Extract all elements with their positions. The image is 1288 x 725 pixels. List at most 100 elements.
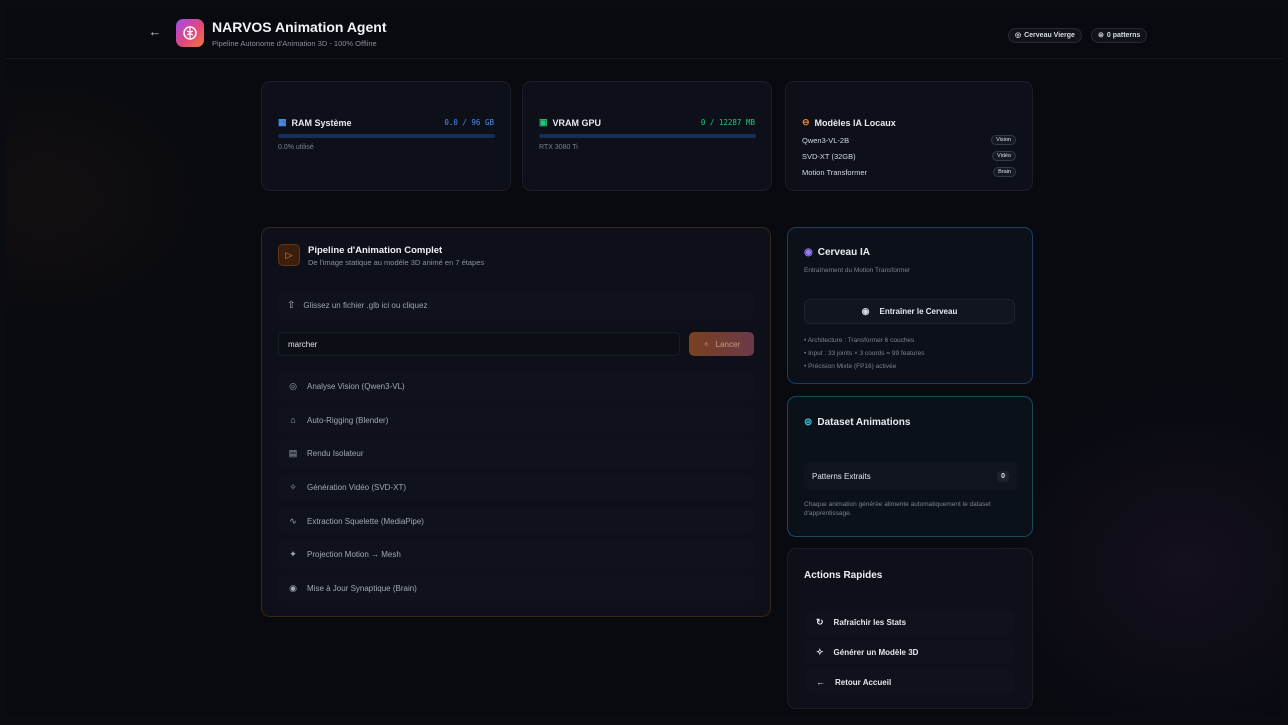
brain-title-row: ◉ Cerveau IA bbox=[804, 247, 870, 258]
dataset-description: Chaque animation générée alimente automa… bbox=[804, 501, 991, 517]
action-label: Rafraîchir les Stats bbox=[833, 617, 907, 627]
memory-chip-icon: ▦ bbox=[278, 117, 287, 127]
pipeline-title: Pipeline d'Animation Complet bbox=[308, 245, 443, 256]
brain-note: • Input : 33 joints × 3 coords = 99 feat… bbox=[804, 350, 925, 357]
vram-title-row: ▣ VRAM GPU bbox=[539, 117, 601, 128]
back-button[interactable]: ← bbox=[147, 24, 163, 40]
patterns-label: Patterns Extraits bbox=[812, 471, 871, 481]
dataset-title-row: ⊜ Dataset Animations bbox=[804, 417, 910, 428]
step-label: Projection Motion → Mesh bbox=[307, 549, 401, 559]
brain-icon: ◎ bbox=[1015, 32, 1022, 39]
rig-icon: ⌂ bbox=[290, 415, 296, 425]
models-card: ⊖ Modèles IA Locaux Qwen3-VL-2B Vision S… bbox=[785, 81, 1033, 191]
model-tag: Vidéo bbox=[992, 151, 1016, 161]
launch-button[interactable]: ✧ Lancer bbox=[689, 332, 754, 356]
pipeline-step: ⌂ Auto-Rigging (Blender) bbox=[278, 407, 754, 433]
database-icon: ⊜ bbox=[804, 417, 813, 428]
brain-card: ◉ Cerveau IA Entraînement du Motion Tran… bbox=[787, 227, 1033, 384]
sparkles-icon: ✧ bbox=[816, 646, 824, 657]
sparkles-icon: ✧ bbox=[289, 481, 297, 492]
patterns-badge-label: 0 patterns bbox=[1106, 32, 1141, 39]
database-icon: ⊜ bbox=[1098, 32, 1104, 39]
upload-icon: ⇧ bbox=[287, 299, 296, 311]
step-label: Rendu Isolateur bbox=[307, 448, 364, 458]
model-name: Motion Transformer bbox=[802, 167, 868, 177]
step-label: Auto-Rigging (Blender) bbox=[307, 415, 389, 425]
brain-note: • Précision Mixte (FP16) activée bbox=[804, 363, 897, 370]
pipeline-step: ◎ Analyse Vision (Qwen3-VL) bbox=[278, 373, 754, 399]
lock-icon: ⊖ bbox=[802, 117, 810, 127]
brain-icon: ◉ bbox=[804, 247, 813, 258]
animation-prompt-value: marcher bbox=[288, 339, 318, 349]
play-icon: ▷ bbox=[285, 249, 293, 260]
pipeline-step: ✦ Projection Motion → Mesh bbox=[278, 541, 754, 567]
model-row: SVD-XT (32GB) Vidéo bbox=[802, 149, 1016, 163]
arrow-left-icon: ← bbox=[148, 24, 162, 39]
ram-card: ▦ RAM Système 0.0 / 96 GB 0.0% utilisé bbox=[261, 81, 511, 191]
brain-title: Cerveau IA bbox=[817, 247, 870, 258]
action-label: Retour Accueil bbox=[835, 677, 892, 687]
vram-card: ▣ VRAM GPU 0 / 12287 MB RTX 3080 Ti bbox=[522, 81, 772, 191]
animation-prompt-input[interactable]: marcher bbox=[278, 332, 680, 356]
pipeline-step: ∿ Extraction Squelette (MediaPipe) bbox=[278, 508, 754, 534]
vram-value: 0 / 12287 MB bbox=[700, 118, 755, 127]
quick-actions-title: Actions Rapides bbox=[804, 570, 883, 581]
patterns-badge: ⊜ 0 patterns bbox=[1091, 28, 1148, 43]
model-name: SVD-XT (32GB) bbox=[802, 151, 856, 161]
app-logo bbox=[176, 19, 204, 47]
brain-icon bbox=[183, 26, 197, 40]
activity-icon: ∿ bbox=[289, 515, 297, 526]
pipeline-step: ▤ Rendu Isolateur bbox=[278, 440, 754, 466]
pipeline-step: ◉ Mise à Jour Synaptique (Brain) bbox=[278, 575, 754, 601]
top-bar: ← NARVOS Animation Agent Pipeline Autono… bbox=[6, 7, 1282, 59]
vram-progress-bar bbox=[539, 134, 756, 138]
generate-model-button[interactable]: ✧ Générer un Modèle 3D bbox=[806, 640, 1014, 664]
brain-notes: • Architecture : Transformer 6 couches •… bbox=[804, 334, 924, 373]
app-frame: ← NARVOS Animation Agent Pipeline Autono… bbox=[6, 7, 1282, 717]
model-tag: Brain bbox=[993, 167, 1016, 177]
models-title-row: ⊖ Modèles IA Locaux bbox=[802, 117, 896, 128]
film-icon: ▤ bbox=[288, 447, 298, 458]
back-home-button[interactable]: ← Retour Accueil bbox=[806, 670, 1014, 694]
ram-caption: 0.0% utilisé bbox=[278, 144, 314, 151]
launch-label: Lancer bbox=[715, 339, 741, 349]
refresh-icon: ↻ bbox=[816, 616, 824, 627]
app-title: NARVOS Animation Agent bbox=[212, 19, 387, 35]
projection-icon: ✦ bbox=[289, 548, 297, 559]
gpu-chip-icon: ▣ bbox=[539, 117, 548, 127]
dataset-card: ⊜ Dataset Animations Patterns Extraits 0… bbox=[787, 396, 1033, 537]
model-row: Motion Transformer Brain bbox=[802, 165, 1016, 179]
ram-progress-bar bbox=[278, 134, 495, 138]
ram-value: 0.0 / 96 GB bbox=[444, 118, 494, 127]
upload-dropzone[interactable]: ⇧ Glissez un fichier .glb ici ou cliquez bbox=[278, 291, 754, 319]
arrow-left-icon: ← bbox=[816, 677, 825, 687]
model-tag: Vision bbox=[991, 135, 1016, 145]
brain-status-label: Cerveau Vierge bbox=[1024, 32, 1075, 39]
dataset-title: Dataset Animations bbox=[817, 417, 911, 428]
pipeline-badge: ▷ bbox=[278, 244, 300, 266]
brain-subtitle: Entraînement du Motion Transformer bbox=[804, 267, 911, 274]
action-label: Générer un Modèle 3D bbox=[833, 647, 919, 657]
brain-status-badge: ◎ Cerveau Vierge bbox=[1008, 28, 1082, 43]
model-name: Qwen3-VL-2B bbox=[802, 135, 850, 145]
brain-note: • Architecture : Transformer 6 couches bbox=[804, 337, 915, 344]
upload-label: Glissez un fichier .glb ici ou cliquez bbox=[303, 300, 428, 310]
step-label: Mise à Jour Synaptique (Brain) bbox=[307, 583, 417, 593]
train-brain-label: Entraîner le Cerveau bbox=[879, 307, 958, 316]
step-label: Analyse Vision (Qwen3-VL) bbox=[307, 381, 405, 391]
train-brain-button[interactable]: ◉ Entraîner le Cerveau bbox=[804, 299, 1015, 324]
patterns-stat-row: Patterns Extraits 0 bbox=[804, 462, 1017, 490]
vram-caption: RTX 3080 Ti bbox=[539, 144, 578, 151]
step-label: Extraction Squelette (MediaPipe) bbox=[307, 516, 424, 526]
patterns-count-badge: 0 bbox=[997, 470, 1009, 482]
sparkles-icon: ✧ bbox=[702, 339, 710, 349]
eye-icon: ◎ bbox=[289, 380, 297, 391]
ram-title-row: ▦ RAM Système bbox=[278, 117, 352, 128]
step-label: Génération Vidéo (SVD-XT) bbox=[307, 482, 407, 492]
pipeline-subtitle: De l'image statique au modèle 3D animé e… bbox=[308, 258, 485, 267]
model-row: Qwen3-VL-2B Vision bbox=[802, 133, 1016, 147]
ram-title: RAM Système bbox=[291, 117, 352, 128]
refresh-stats-button[interactable]: ↻ Rafraîchir les Stats bbox=[806, 610, 1014, 634]
pipeline-step: ✧ Génération Vidéo (SVD-XT) bbox=[278, 474, 754, 500]
vram-title: VRAM GPU bbox=[552, 117, 602, 128]
